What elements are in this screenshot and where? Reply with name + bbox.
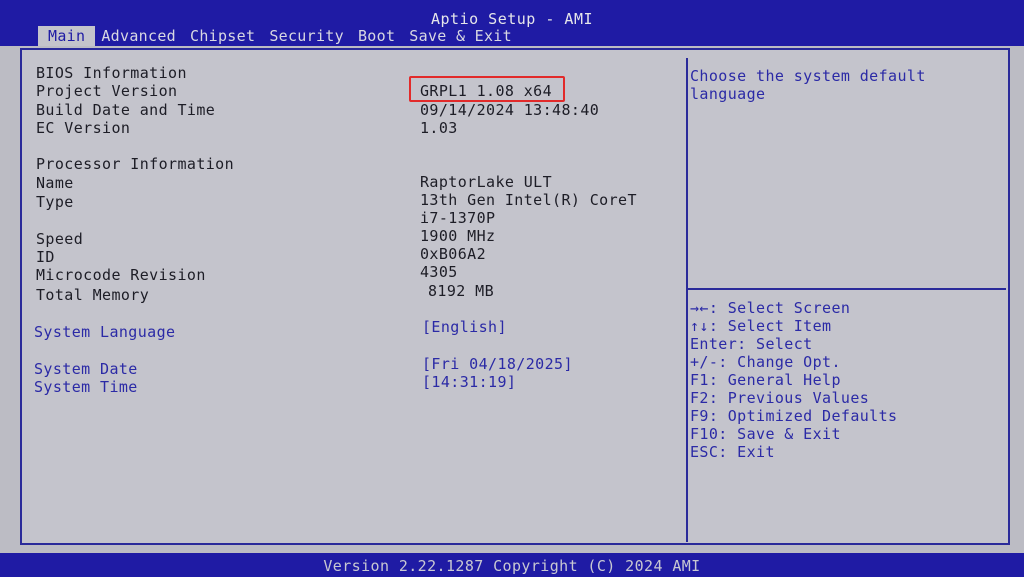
system-date-option[interactable]: System Date (34, 360, 138, 378)
help-divider (688, 288, 1006, 290)
tab-bar: Main Advanced Chipset Security Boot Save… (38, 26, 526, 46)
processor-name-value: RaptorLake ULT (420, 173, 553, 191)
help-description-line1: Choose the system default (690, 67, 926, 85)
bios-information-heading: BIOS Information (36, 64, 187, 82)
id-label: ID (36, 248, 55, 266)
tab-security[interactable]: Security (269, 26, 344, 46)
key-hint-select-screen: →←: Select Screen (690, 299, 851, 317)
processor-information-heading: Processor Information (36, 155, 235, 173)
main-panel: BIOS Information Project Version GRPL1 1… (20, 48, 1010, 545)
total-memory-value: 8192 MB (428, 282, 495, 300)
key-hint-previous-values: F2: Previous Values (690, 389, 870, 407)
bios-header: Aptio Setup - AMI Main Advanced Chipset … (0, 0, 1024, 46)
key-hint-enter: Enter: Select (690, 335, 813, 353)
processor-type-label: Type (36, 193, 74, 211)
key-hint-exit: ESC: Exit (690, 443, 775, 461)
build-date-label: Build Date and Time (36, 101, 216, 119)
tab-save-exit[interactable]: Save & Exit (409, 26, 512, 46)
speed-value: 1900 MHz (420, 227, 496, 245)
tab-main[interactable]: Main (38, 26, 96, 46)
key-hint-optimized-defaults: F9: Optimized Defaults (690, 407, 898, 425)
microcode-revision-label: Microcode Revision (36, 266, 206, 284)
key-hint-save-exit: F10: Save & Exit (690, 425, 841, 443)
microcode-revision-value: 4305 (420, 263, 458, 281)
tab-advanced[interactable]: Advanced (101, 26, 176, 46)
tab-boot[interactable]: Boot (358, 26, 395, 46)
system-date-value[interactable]: [Fri 04/18/2025] (422, 355, 573, 373)
project-version-highlight (409, 76, 565, 102)
bios-screen: Aptio Setup - AMI Main Advanced Chipset … (0, 0, 1024, 577)
ec-version-label: EC Version (36, 119, 131, 137)
build-date-value: 09/14/2024 13:48:40 (420, 101, 600, 119)
total-memory-label: Total Memory (36, 286, 150, 304)
processor-name-label: Name (36, 174, 74, 192)
system-time-value[interactable]: [14:31:19] (422, 373, 516, 391)
help-description-line2: language (690, 85, 766, 103)
panel-divider-vertical (686, 58, 688, 542)
key-hint-general-help: F1: General Help (690, 371, 841, 389)
processor-type-value: 13th Gen Intel(R) CoreT (420, 191, 637, 209)
project-version-label: Project Version (36, 82, 178, 100)
speed-label: Speed (36, 230, 84, 248)
system-time-option[interactable]: System Time (34, 378, 138, 396)
version-copyright: Version 2.22.1287 Copyright (C) 2024 AMI (323, 557, 701, 575)
system-language-option[interactable]: System Language (34, 323, 175, 341)
key-hint-select-item: ↑↓: Select Item (690, 317, 832, 335)
tab-chipset[interactable]: Chipset (190, 26, 255, 46)
id-value: 0xB06A2 (420, 245, 487, 263)
system-language-value[interactable]: [English] (422, 318, 507, 336)
ec-version-value: 1.03 (420, 119, 458, 137)
bios-footer: Version 2.22.1287 Copyright (C) 2024 AMI (0, 553, 1024, 577)
key-hint-change-opt: +/-: Change Opt. (690, 353, 841, 371)
processor-type-value-line2: i7-1370P (420, 209, 496, 227)
